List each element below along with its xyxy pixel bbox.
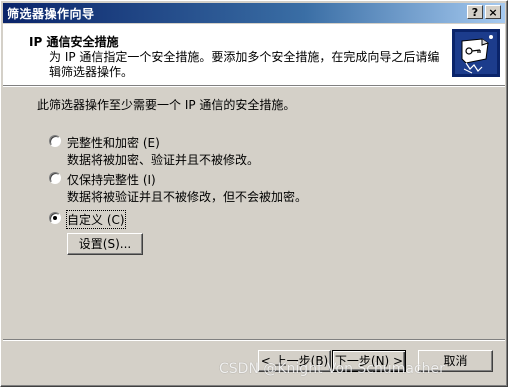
header-subtitle: 为 IP 通信指定一个安全措施。要添加多个安全措施，在完成向导之后请编辑筛选器操… — [49, 50, 440, 79]
security-wizard-icon — [452, 29, 500, 77]
help-button[interactable]: ? — [467, 5, 483, 19]
option-label[interactable]: 仅保持完整性 (I) — [67, 171, 156, 188]
cancel-button[interactable]: 取消 — [418, 350, 493, 372]
radio-integrity-encryption[interactable] — [49, 135, 61, 147]
window-title: 筛选器操作向导 — [7, 7, 95, 21]
header-divider — [3, 86, 505, 87]
wizard-window: 筛选器操作向导 ? × IP 通信安全措施 为 IP 通信指定一个安全措施。要添… — [0, 0, 508, 387]
title-bar[interactable]: 筛选器操作向导 ? × — [3, 3, 505, 23]
close-button[interactable]: × — [485, 5, 501, 19]
header-title: IP 通信安全措施 — [29, 35, 119, 49]
settings-button[interactable]: 设置(S)... — [67, 233, 143, 255]
back-button[interactable]: < 上一步(B) — [258, 350, 331, 372]
option-label[interactable]: 自定义 (C) — [66, 210, 126, 229]
footer-divider — [3, 339, 505, 341]
option-label[interactable]: 完整性和加密 (E) — [67, 134, 160, 151]
radio-custom[interactable] — [49, 212, 61, 224]
radio-integrity-only[interactable] — [49, 172, 61, 184]
intro-text: 此筛选器操作至少需要一个 IP 通信的安全措施。 — [37, 98, 296, 112]
option-description: 数据将被验证并且不被修改，但不会被加密。 — [67, 190, 308, 204]
next-button[interactable]: 下一步(N) > — [332, 350, 406, 372]
option-description: 数据将被加密、验证并且不被修改。 — [67, 153, 260, 167]
wizard-header: IP 通信安全措施 为 IP 通信指定一个安全措施。要添加多个安全措施，在完成向… — [3, 24, 505, 86]
